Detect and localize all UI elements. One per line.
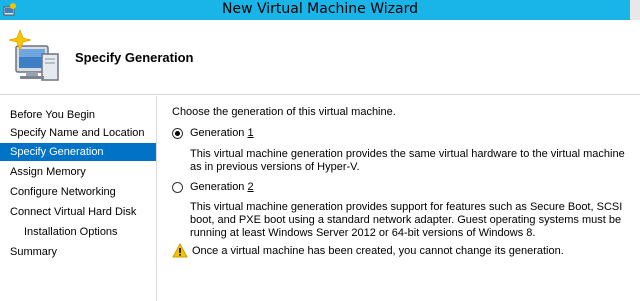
sidebar-item-specify-generation[interactable]: Specify Generation	[0, 143, 156, 161]
page-title: Specify Generation	[75, 50, 194, 65]
generation-1-label[interactable]: Generation 1	[190, 127, 254, 139]
sidebar-item-assign-memory[interactable]: Assign Memory	[0, 163, 156, 181]
wizard-steps-sidebar: Before You Begin Specify Name and Locati…	[0, 96, 157, 301]
main-content: Choose the generation of this virtual ma…	[158, 96, 640, 301]
sidebar-item-installation-options[interactable]: Installation Options	[0, 223, 156, 241]
generation-2-description: This virtual machine generation provides…	[190, 201, 623, 239]
warning-icon	[172, 243, 188, 258]
title-bar: New Virtual Machine Wizard	[0, 0, 640, 20]
sidebar-item-before-you-begin[interactable]: Before You Begin	[0, 106, 156, 124]
sidebar-item-specify-name-and-location[interactable]: Specify Name and Location	[0, 124, 156, 142]
warning-text: Once a virtual machine has been created,…	[192, 245, 564, 257]
sidebar-item-summary[interactable]: Summary	[0, 243, 156, 261]
generation-2-label[interactable]: Generation 2	[190, 181, 254, 193]
generation-2-radio[interactable]	[172, 182, 183, 193]
wizard-header: Specify Generation	[0, 20, 640, 95]
generation-prompt: Choose the generation of this virtual ma…	[172, 106, 396, 118]
virtual-machine-wizard-icon	[8, 28, 59, 81]
sidebar-item-connect-virtual-hard-disk[interactable]: Connect Virtual Hard Disk	[0, 203, 156, 221]
generation-1-radio[interactable]	[172, 128, 183, 139]
window-title: New Virtual Machine Wizard	[222, 1, 418, 17]
generation-1-description: This virtual machine generation provides…	[190, 148, 625, 173]
title-bar-edge	[630, 0, 640, 20]
sidebar-item-configure-networking[interactable]: Configure Networking	[0, 183, 156, 201]
